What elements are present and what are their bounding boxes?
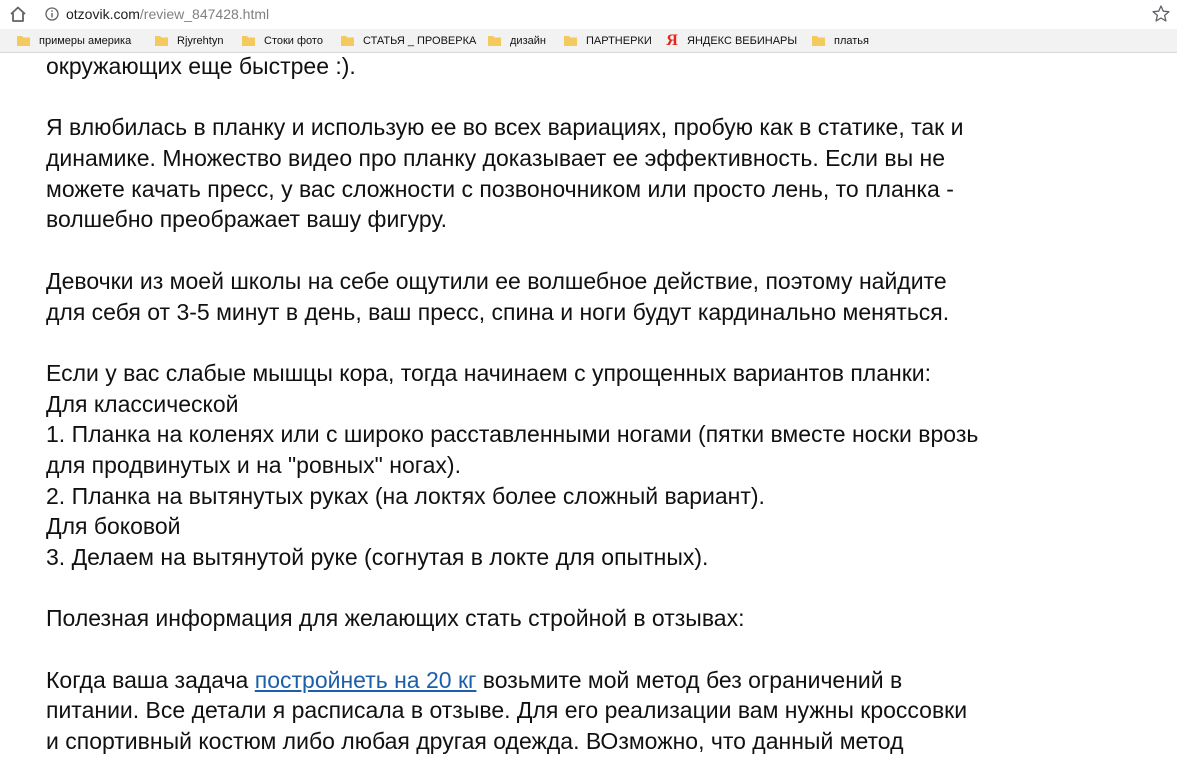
text-line: Полезная информация для желающих стать с… <box>46 605 745 632</box>
text-line: Для классической <box>46 390 239 417</box>
folder-icon <box>242 36 255 46</box>
text-line: можете качать пресс, у вас сложности с п… <box>46 175 954 202</box>
page-info-icon[interactable] <box>45 7 59 21</box>
text-line: Если у вас слабые мышцы кора, тогда начи… <box>46 359 932 386</box>
home-icon[interactable] <box>9 6 27 22</box>
bookmark-statya-proverka[interactable]: СТАТЬЯ _ ПРОВЕРКА <box>341 29 476 52</box>
page-content: окружающих еще быстрее :). Я влюбилась в… <box>0 53 1177 771</box>
text-line: для себя от 3-5 минут в день, ваш пресс,… <box>46 298 950 325</box>
bookmark-stoki-foto[interactable]: Стоки фото <box>242 29 323 52</box>
bookmark-dizain[interactable]: дизайн <box>488 29 546 52</box>
text-line: для продвинутых и на "ровных" ногах). <box>46 451 461 478</box>
bookmarks-bar: примеры америка Rjyrehtyn Стоки фото СТА… <box>0 29 1177 53</box>
text-line: 3. Делаем на вытянутой руке (согнутая в … <box>46 544 709 570</box>
text-line: 1. Планка на коленях или с широко расста… <box>46 421 979 448</box>
bookmark-label: Стоки фото <box>264 34 323 47</box>
text-line: Я влюбилась в планку и использую ее во в… <box>46 114 964 141</box>
bookmark-star-icon[interactable] <box>1151 4 1171 24</box>
folder-icon <box>488 36 501 46</box>
bookmark-label: примеры америка <box>39 34 132 47</box>
bookmark-label: ЯНДЕКС ВЕБИНАРЫ <box>687 34 798 47</box>
text-line-with-link: Когда ваша задача постройнеть на 20 кг в… <box>46 665 1166 696</box>
text-line: динамике. Множество видео про планку док… <box>46 145 946 172</box>
folder-icon <box>564 36 577 46</box>
bookmark-label: СТАТЬЯ _ ПРОВЕРКА <box>363 34 477 47</box>
folder-icon <box>812 36 825 46</box>
folder-icon <box>341 36 354 46</box>
text-line: волшебно преображает вашу фигуру. <box>46 206 448 233</box>
text-line: Для боковой <box>46 513 181 540</box>
text-line: Девочки из моей школы на себе ощутили ее… <box>46 267 947 294</box>
text-fragment: возьмите мой метод без ограничений в <box>476 666 903 693</box>
text-fragment: Когда ваша задача <box>46 666 255 693</box>
bookmark-platya[interactable]: платья <box>812 29 869 52</box>
yandex-icon: Я <box>666 31 678 49</box>
review-text: окружающих еще быстрее :). Я влюбилась в… <box>46 53 1166 757</box>
bookmark-rjyrehtyn[interactable]: Rjyrehtyn <box>155 29 223 52</box>
address-bar: otzovik.com/review_847428.html <box>0 0 1177 29</box>
text-line: и спортивный костюм либо любая другая од… <box>46 728 904 755</box>
url-domain: otzovik.com <box>66 6 140 22</box>
bookmark-primery-amerika[interactable]: примеры америка <box>17 29 131 52</box>
folder-icon <box>155 36 168 46</box>
text-line: 2. Планка на вытянутых руках (на локтях … <box>46 482 765 509</box>
bookmark-label: платья <box>834 34 869 47</box>
review-link-postroynet[interactable]: постройнеть на 20 кг <box>255 667 477 693</box>
text-line: окружающих еще быстрее :). <box>46 53 356 79</box>
bookmark-yandex-vebinary[interactable]: Я ЯНДЕКС ВЕБИНАРЫ <box>666 29 797 52</box>
bookmark-label: ПАРТНЕРКИ <box>586 34 652 47</box>
bookmark-label: Rjyrehtyn <box>177 34 224 47</box>
folder-icon <box>17 36 30 46</box>
text-line: питании. Все детали я расписала в отзыве… <box>46 697 968 724</box>
bookmark-partnerki[interactable]: ПАРТНЕРКИ <box>564 29 652 52</box>
url-field[interactable]: otzovik.com/review_847428.html <box>66 6 269 22</box>
bookmark-label: дизайн <box>510 34 546 47</box>
url-path: /review_847428.html <box>139 6 270 22</box>
